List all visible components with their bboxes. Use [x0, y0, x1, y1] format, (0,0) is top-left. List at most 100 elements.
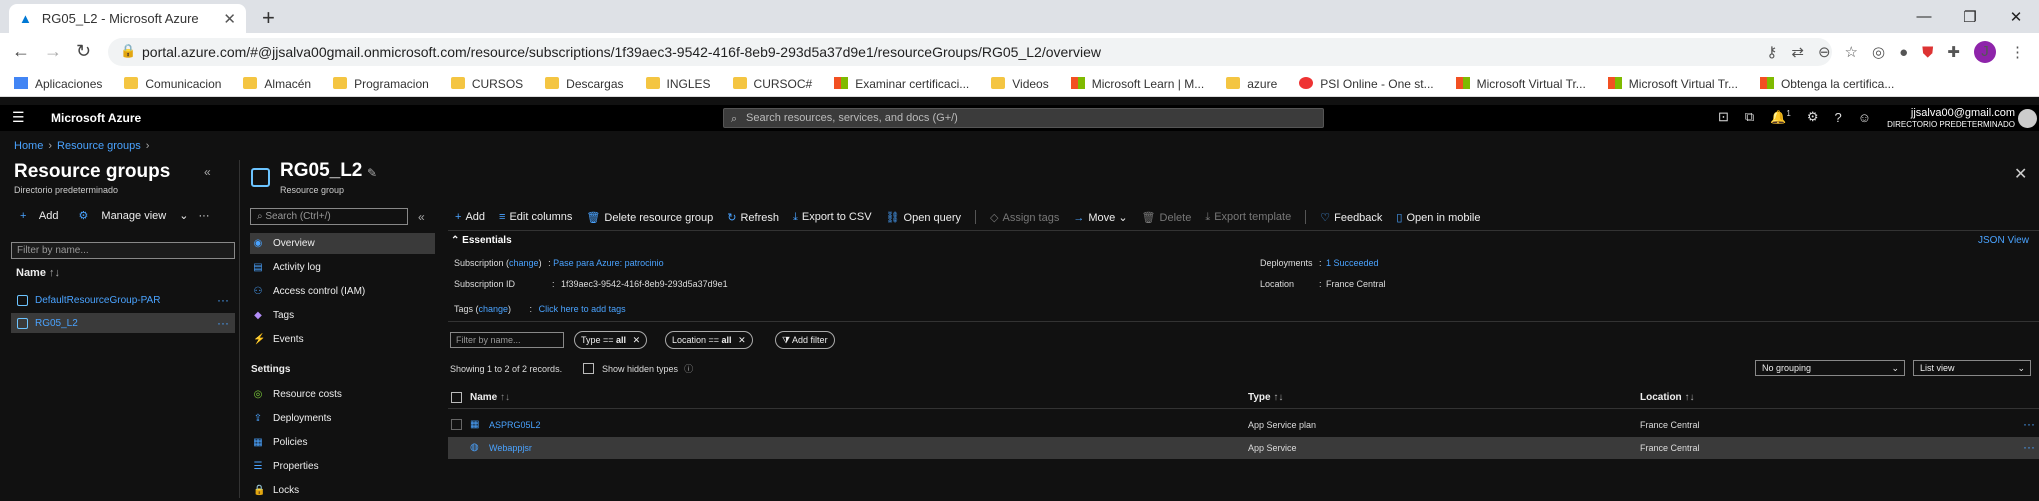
- hamburger-icon[interactable]: ☰: [12, 109, 25, 126]
- delete-button[interactable]: 🗑 Delete: [1142, 211, 1192, 224]
- bookmark[interactable]: Comunicacion: [124, 76, 221, 91]
- bookmark[interactable]: CURSOS: [450, 76, 523, 91]
- list-item[interactable]: DefaultResourceGroup-PAR ···: [11, 290, 235, 310]
- name-column-header[interactable]: Name ↑↓: [16, 267, 60, 279]
- open-in-mobile-button[interactable]: ▯ Open in mobile: [1396, 211, 1480, 224]
- subscription-link[interactable]: Pase para Azure: patrocinio: [553, 258, 664, 268]
- extension-icon[interactable]: ●: [1899, 44, 1908, 61]
- breadcrumb-resource-groups[interactable]: Resource groups: [57, 140, 141, 152]
- bookmark[interactable]: Microsoft Virtual Tr...: [1455, 76, 1586, 91]
- profile-avatar[interactable]: J: [1974, 41, 1996, 63]
- checkbox[interactable]: [583, 363, 594, 374]
- close-icon[interactable]: ✕: [2014, 164, 2027, 184]
- zoom-icon[interactable]: ⊖: [1818, 43, 1831, 61]
- view-dropdown[interactable]: List view ⌄: [1913, 360, 2031, 376]
- menu-item-deployments[interactable]: ⇪ Deployments: [250, 408, 435, 429]
- bookmark[interactable]: Examinar certificaci...: [834, 76, 969, 91]
- shield-icon[interactable]: ⛊: [1922, 44, 1933, 61]
- manage-view-button[interactable]: ⚙ Manage view ⌄: [78, 209, 188, 222]
- more-icon[interactable]: ···: [217, 316, 229, 330]
- filter-by-name-input[interactable]: Filter by name...: [450, 332, 564, 348]
- notifications-icon[interactable]: 🔔1: [1770, 109, 1791, 125]
- key-icon[interactable]: ⚷: [1766, 43, 1777, 61]
- menu-item-events[interactable]: ⚡ Events: [250, 329, 435, 350]
- url-field[interactable]: 🔒 portal.azure.com/#@jjsalva00gmail.onmi…: [108, 38, 1832, 66]
- bookmark[interactable]: Obtenga la certifica...: [1759, 76, 1894, 91]
- bookmark[interactable]: PSI Online - One st...: [1299, 76, 1434, 91]
- bookmark[interactable]: Aplicaciones: [14, 76, 102, 91]
- forward-icon[interactable]: →: [44, 41, 62, 62]
- reload-icon[interactable]: ↻: [76, 41, 91, 62]
- bookmark[interactable]: CURSOC#: [732, 76, 812, 91]
- close-icon[interactable]: ✕: [633, 335, 641, 345]
- resource-name-link[interactable]: Webappjsr: [489, 443, 532, 453]
- json-view-link[interactable]: JSON View: [1978, 235, 2029, 246]
- essentials-toggle[interactable]: ⌃ Essentials: [451, 235, 512, 246]
- gear-icon[interactable]: ⚙: [1807, 109, 1819, 125]
- azure-brand[interactable]: Microsoft Azure: [51, 111, 141, 125]
- collapse-icon[interactable]: «: [204, 165, 211, 179]
- assign-tags-button[interactable]: ◇ Assign tags: [990, 211, 1059, 224]
- bookmark[interactable]: Microsoft Virtual Tr...: [1607, 76, 1738, 91]
- help-icon[interactable]: ?: [1835, 110, 1842, 125]
- filter-by-name-input[interactable]: Filter by name...: [11, 242, 235, 259]
- bookmark[interactable]: Programacion: [333, 76, 429, 91]
- browser-tab[interactable]: ▲ RG05_L2 - Microsoft Azure ✕: [9, 4, 246, 33]
- add-tags-link[interactable]: Click here to add tags: [539, 304, 626, 314]
- star-icon[interactable]: ☆: [1845, 43, 1858, 61]
- menu-item-activity-log[interactable]: ▤ Activity log: [250, 257, 435, 278]
- more-icon[interactable]: ···: [2023, 440, 2035, 454]
- column-header-location[interactable]: Location ↑↓: [1640, 392, 1694, 403]
- column-header-name[interactable]: Name ↑↓: [470, 392, 510, 403]
- edit-columns-button[interactable]: ≡ Edit columns: [499, 211, 572, 223]
- bookmark[interactable]: INGLES: [645, 76, 711, 91]
- refresh-button[interactable]: ↻ Refresh: [727, 211, 779, 224]
- resource-name-link[interactable]: ASPRG05L2: [489, 420, 541, 430]
- menu-item-overview[interactable]: ◉ Overview: [250, 233, 435, 254]
- account-info[interactable]: jjsalva00@gmail.com DIRECTORIO PREDETERM…: [1887, 108, 2015, 130]
- menu-item-iam[interactable]: ⚇ Access control (IAM): [250, 281, 435, 302]
- directory-filter-icon[interactable]: ⧉: [1745, 109, 1754, 125]
- change-tags-link[interactable]: change: [479, 304, 509, 314]
- table-row[interactable]: ◍ Webappjsr App Service France Central ·…: [448, 437, 2039, 459]
- translate-icon[interactable]: ⇄: [1791, 43, 1804, 61]
- select-all-checkbox[interactable]: [451, 392, 462, 403]
- bookmark[interactable]: Videos: [991, 76, 1049, 91]
- close-window-icon[interactable]: ✕: [1993, 8, 2039, 26]
- show-hidden-types-checkbox[interactable]: Show hidden types ⓘ: [583, 362, 693, 375]
- change-subscription-link[interactable]: change: [509, 258, 539, 268]
- add-button[interactable]: + Add: [455, 211, 485, 223]
- breadcrumb-home[interactable]: Home: [14, 140, 43, 152]
- add-filter-button[interactable]: ⧩ Add filter: [775, 331, 835, 349]
- minimize-icon[interactable]: —: [1901, 8, 1947, 25]
- extension-icon[interactable]: ◎: [1872, 43, 1885, 61]
- pin-icon[interactable]: ✎: [367, 166, 377, 180]
- bookmark[interactable]: Descargas: [545, 76, 624, 91]
- menu-item-policies[interactable]: ▦ Policies: [250, 432, 435, 453]
- back-icon[interactable]: ←: [12, 41, 30, 62]
- delete-resource-group-button[interactable]: 🗑 Delete resource group: [586, 211, 713, 224]
- deployments-link[interactable]: 1 Succeeded: [1326, 258, 1379, 268]
- close-tab-icon[interactable]: ✕: [223, 10, 236, 28]
- restore-icon[interactable]: ❐: [1947, 8, 1993, 26]
- menu-item-tags[interactable]: ◆ Tags: [250, 305, 435, 326]
- location-filter-pill[interactable]: Location == all ✕: [665, 331, 753, 349]
- grouping-dropdown[interactable]: No grouping ⌄: [1755, 360, 1905, 376]
- move-button[interactable]: → Move ⌄: [1073, 211, 1127, 224]
- close-icon[interactable]: ✕: [738, 335, 746, 345]
- menu-search-input[interactable]: ⌕ Search (Ctrl+/): [250, 208, 408, 225]
- cloud-shell-icon[interactable]: ⊡: [1718, 109, 1729, 125]
- global-search-input[interactable]: ⌕ Search resources, services, and docs (…: [723, 108, 1324, 128]
- feedback-button[interactable]: ♡ Feedback: [1320, 211, 1382, 224]
- puzzle-icon[interactable]: ✚: [1947, 43, 1960, 61]
- more-icon[interactable]: ···: [199, 210, 210, 222]
- bookmark[interactable]: azure: [1226, 76, 1277, 91]
- bookmark[interactable]: Microsoft Learn | M...: [1070, 76, 1204, 91]
- menu-item-resource-costs[interactable]: ◎ Resource costs: [250, 384, 435, 405]
- list-item[interactable]: RG05_L2 ···: [11, 313, 235, 333]
- bookmark[interactable]: Almacén: [243, 76, 311, 91]
- row-checkbox[interactable]: [451, 419, 462, 430]
- table-row[interactable]: ▦ ASPRG05L2 App Service plan France Cent…: [448, 414, 2039, 436]
- add-button[interactable]: + Add: [20, 210, 68, 222]
- open-query-button[interactable]: ⛓ Open query: [886, 211, 961, 224]
